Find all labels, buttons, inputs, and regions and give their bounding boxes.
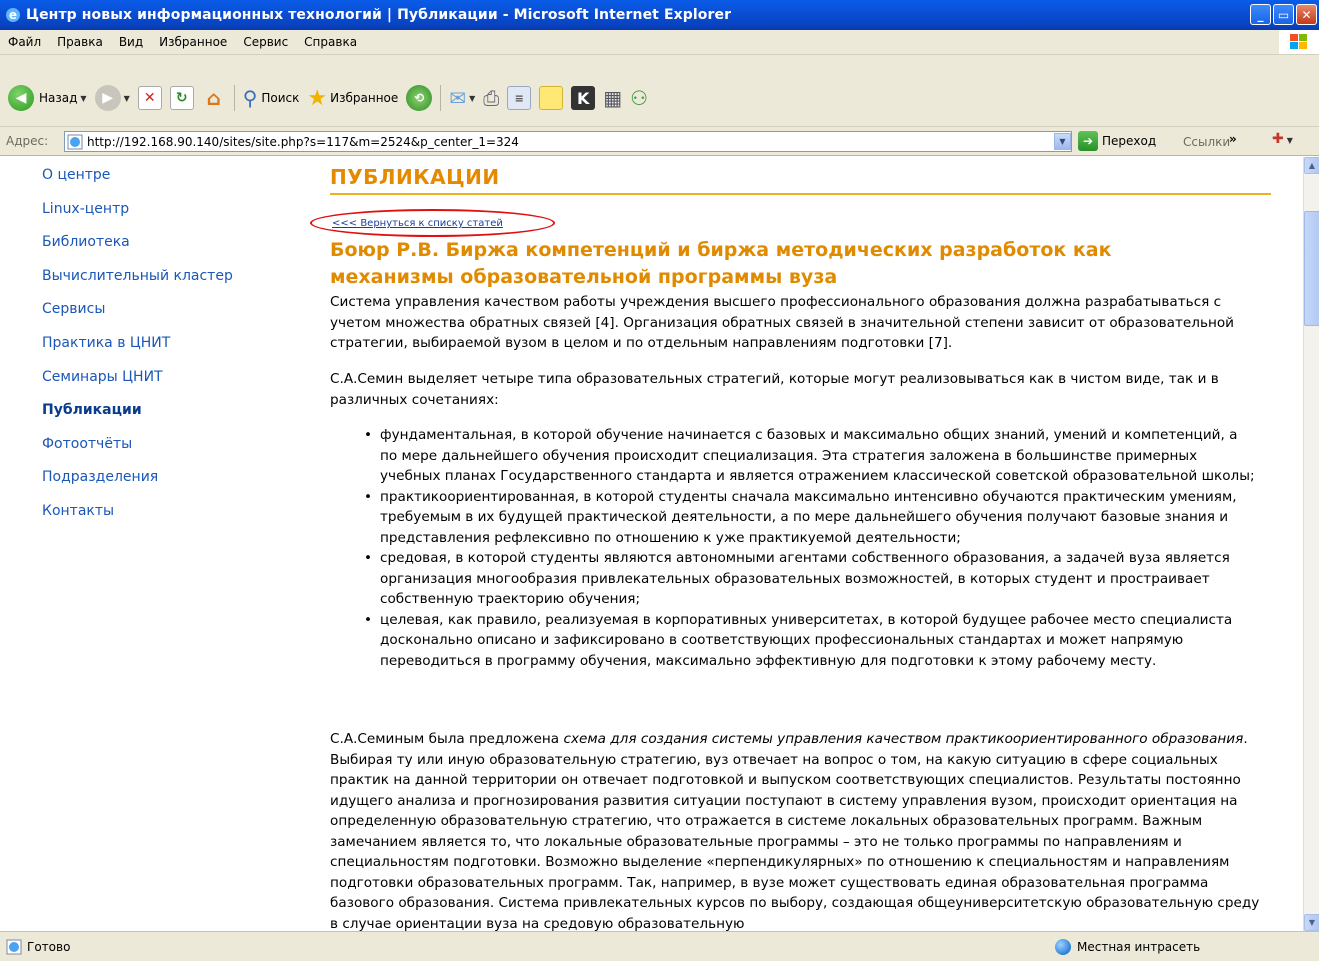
page-ie-icon bbox=[67, 134, 83, 149]
article-title: Боюр Р.В. Биржа компетенций и биржа мето… bbox=[330, 239, 1112, 288]
mail-icon: ✉ bbox=[449, 86, 467, 110]
sidebar-item-library[interactable]: Библиотека bbox=[42, 234, 282, 268]
menu-help[interactable]: Справка bbox=[296, 35, 365, 49]
paragraph-1: Система управления качеством работы учре… bbox=[330, 294, 1235, 351]
sidebar-item-departments[interactable]: Подразделения bbox=[42, 469, 282, 503]
back-icon: ◀ bbox=[8, 85, 34, 111]
status-text: Готово bbox=[27, 939, 71, 954]
address-label: Адрес: bbox=[6, 134, 49, 148]
research-icon: ▦ bbox=[603, 86, 623, 110]
list-item: целевая, как правило, реализуемая в корп… bbox=[358, 610, 1258, 672]
sidebar-item-contacts[interactable]: Контакты bbox=[42, 503, 282, 537]
status-bar: Готово Местная интрасеть bbox=[0, 931, 1319, 961]
menu-view[interactable]: Вид bbox=[111, 35, 151, 49]
go-arrow-icon: ➔ bbox=[1078, 131, 1098, 151]
page-content: О центре Linux-центр Библиотека Вычислит… bbox=[0, 157, 1303, 931]
security-zone: Местная интрасеть bbox=[1055, 939, 1200, 955]
messenger-button[interactable]: K bbox=[567, 83, 599, 113]
menu-favorites[interactable]: Избранное bbox=[151, 35, 235, 49]
zone-label: Местная интрасеть bbox=[1077, 940, 1201, 954]
close-button[interactable]: ✕ bbox=[1296, 4, 1317, 25]
stop-icon: ✕ bbox=[137, 86, 162, 110]
note-icon bbox=[539, 86, 564, 110]
vertical-scrollbar[interactable]: ▲ ▼ bbox=[1303, 157, 1319, 931]
favorites-label: Избранное bbox=[330, 91, 399, 105]
print-button[interactable]: ⎙ bbox=[479, 83, 503, 113]
forward-button[interactable]: ▶ ▼ bbox=[91, 83, 134, 113]
address-input[interactable]: http://192.168.90.140/sites/site.php?s=1… bbox=[64, 131, 1072, 152]
sidebar-item-seminars[interactable]: Семинары ЦНИТ bbox=[42, 369, 282, 403]
go-label: Переход bbox=[1102, 134, 1157, 148]
windows-flag-icon bbox=[1279, 30, 1319, 54]
section-divider bbox=[330, 193, 1271, 195]
home-button[interactable]: ⌂ bbox=[198, 83, 230, 113]
go-button[interactable]: ➔ Переход bbox=[1078, 131, 1156, 151]
address-bar: Адрес: http://192.168.90.140/sites/site.… bbox=[0, 127, 1319, 156]
menu-edit[interactable]: Правка bbox=[49, 35, 111, 49]
list-item: фундаментальная, в которой обучение начи… bbox=[358, 425, 1258, 487]
stop-button[interactable]: ✕ bbox=[134, 83, 166, 113]
intranet-globe-icon bbox=[1055, 939, 1071, 955]
paragraph-3-start: С.А.Семиным была предложена bbox=[330, 731, 564, 747]
section-title: ПУБЛИКАЦИИ bbox=[330, 165, 500, 189]
scroll-up-icon[interactable]: ▲ bbox=[1304, 157, 1319, 174]
search-icon: ⚲ bbox=[242, 86, 258, 110]
sidebar-item-photos[interactable]: Фотоотчёты bbox=[42, 436, 282, 470]
sidebar-item-services[interactable]: Сервисы bbox=[42, 301, 282, 335]
contacts-icon: ⚇ bbox=[630, 86, 649, 110]
sidebar-item-cluster[interactable]: Вычислительный кластер bbox=[42, 268, 282, 302]
sidebar-item-publications[interactable]: Публикации bbox=[42, 402, 282, 436]
search-label: Поиск bbox=[261, 91, 300, 105]
edit-icon: ≡ bbox=[507, 86, 532, 110]
list-item: практикоориентированная, в которой студе… bbox=[358, 487, 1258, 549]
toolbar-extra-icon[interactable]: ✚ ▼ bbox=[1272, 131, 1293, 147]
sidebar-item-about[interactable]: О центре bbox=[42, 167, 282, 201]
research-button[interactable]: ▦ bbox=[599, 83, 626, 113]
minimize-button[interactable]: _ bbox=[1250, 4, 1271, 25]
maximize-button[interactable]: ▭ bbox=[1273, 4, 1294, 25]
sidebar-item-practice[interactable]: Практика в ЦНИТ bbox=[42, 335, 282, 369]
list-item: средовая, в которой студенты являются ав… bbox=[358, 548, 1258, 610]
address-url: http://192.168.90.140/sites/site.php?s=1… bbox=[87, 134, 519, 149]
back-to-list-link[interactable]: <<< Вернуться к списку статей bbox=[332, 218, 503, 229]
ie-logo-icon: e bbox=[6, 8, 20, 22]
note-button[interactable] bbox=[535, 83, 567, 113]
messenger-icon: K bbox=[571, 86, 596, 110]
sidebar-item-linux[interactable]: Linux-центр bbox=[42, 201, 282, 235]
edit-button[interactable]: ≡ bbox=[503, 83, 535, 113]
history-icon: ⟲ bbox=[406, 85, 433, 111]
links-label[interactable]: Ссылки bbox=[1183, 135, 1230, 149]
refresh-icon: ↻ bbox=[169, 86, 194, 110]
sidebar-nav: О центре Linux-центр Библиотека Вычислит… bbox=[42, 167, 282, 537]
paragraph-3-emphasis: схема для создания системы управления ка… bbox=[563, 731, 1244, 747]
address-dropdown-icon[interactable]: ▼ bbox=[1054, 133, 1071, 150]
paragraph-2: С.А.Семин выделяет четыре типа образоват… bbox=[330, 371, 1219, 408]
strategy-list: фундаментальная, в которой обучение начи… bbox=[358, 425, 1258, 671]
forward-icon: ▶ bbox=[94, 85, 121, 111]
menu-bar: Файл Правка Вид Избранное Сервис Справка bbox=[0, 30, 1319, 55]
contacts-button[interactable]: ⚇ bbox=[626, 83, 652, 113]
refresh-button[interactable]: ↻ bbox=[166, 83, 198, 113]
menu-file[interactable]: Файл bbox=[0, 35, 49, 49]
menu-tools[interactable]: Сервис bbox=[235, 35, 296, 49]
home-icon: ⌂ bbox=[206, 86, 221, 110]
page-status-icon bbox=[6, 939, 22, 954]
scroll-down-icon[interactable]: ▼ bbox=[1304, 914, 1319, 931]
paragraph-3: С.А.Семиным была предложена схема для со… bbox=[330, 729, 1270, 931]
search-button[interactable]: ⚲ Поиск bbox=[239, 83, 304, 113]
print-icon: ⎙ bbox=[483, 86, 500, 110]
svg-text:e: e bbox=[9, 8, 17, 22]
links-more-icon[interactable]: » bbox=[1229, 132, 1237, 146]
window-title: Центр новых информационных технологий | … bbox=[26, 7, 732, 23]
back-button[interactable]: ◀ Назад ▼ bbox=[4, 83, 91, 113]
favorites-button[interactable]: ★ Избранное bbox=[303, 83, 402, 113]
standard-toolbar: ◀ Назад ▼ ▶ ▼ ✕ ↻ ⌂ ⚲ Поиск ★ Избранное … bbox=[0, 55, 1319, 127]
scroll-thumb[interactable] bbox=[1304, 211, 1319, 326]
history-button[interactable]: ⟲ bbox=[402, 83, 436, 113]
favorites-star-icon: ★ bbox=[307, 85, 328, 111]
mail-button[interactable]: ✉ ▼ bbox=[445, 83, 479, 113]
back-label: Назад bbox=[39, 91, 78, 105]
window-titlebar: e Центр новых информационных технологий … bbox=[0, 0, 1319, 30]
paragraph-3-rest: . Выбирая ту или иную образовательную ст… bbox=[330, 731, 1260, 931]
